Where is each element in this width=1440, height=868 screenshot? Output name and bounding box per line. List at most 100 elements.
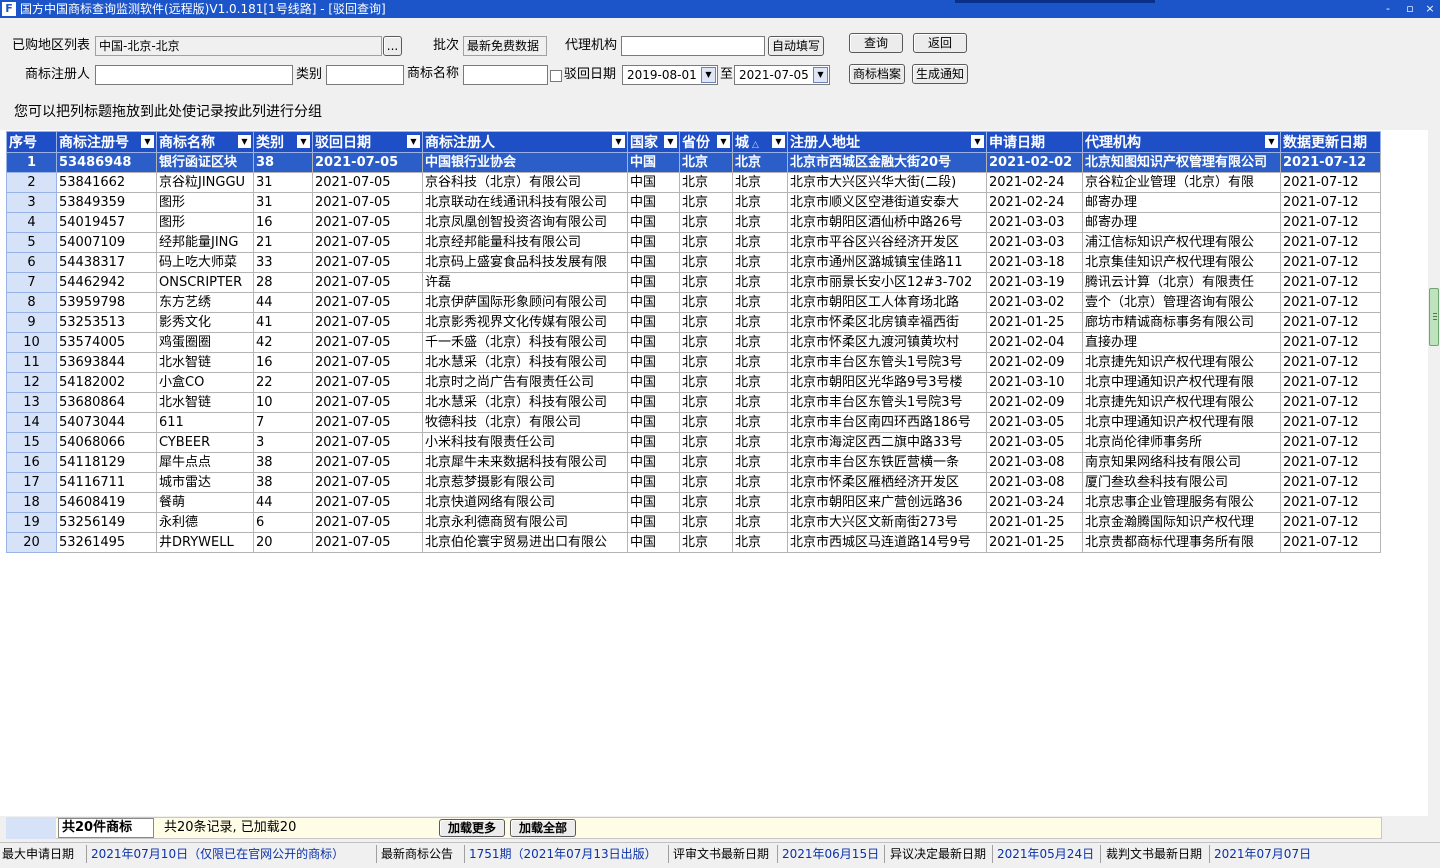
- cell-address[interactable]: 北京市丰台区南四环西路186号: [787, 412, 987, 433]
- cell-agency[interactable]: 北京忠事企业管理服务有限公: [1082, 492, 1281, 513]
- cell-index[interactable]: 8: [6, 292, 57, 313]
- cell-country[interactable]: 中国: [627, 272, 680, 293]
- cell-update-date[interactable]: 2021-07-12: [1280, 192, 1381, 213]
- filter-dropdown-icon[interactable]: ▼: [664, 135, 677, 148]
- agency-input[interactable]: [621, 36, 765, 56]
- cell-country[interactable]: 中国: [627, 432, 680, 453]
- cell-reject-date[interactable]: 2021-07-05: [312, 312, 423, 333]
- cell-address[interactable]: 北京市大兴区文新南街273号: [787, 512, 987, 533]
- cell-update-date[interactable]: 2021-07-12: [1280, 312, 1381, 333]
- cell-update-date[interactable]: 2021-07-12: [1280, 252, 1381, 273]
- cell-province[interactable]: 北京: [679, 232, 733, 253]
- filter-dropdown-icon[interactable]: ▼: [717, 135, 730, 148]
- cell-country[interactable]: 中国: [627, 312, 680, 333]
- cell-registrant[interactable]: 北京惹梦摄影有限公司: [422, 472, 628, 493]
- col-header-province[interactable]: 省份 ▼: [679, 131, 733, 153]
- filter-dropdown-icon[interactable]: ▼: [141, 135, 154, 148]
- cell-tm-name[interactable]: 鸡蛋圈圈: [156, 332, 254, 353]
- filter-dropdown-icon[interactable]: ▼: [407, 135, 420, 148]
- cell-agency[interactable]: 厦门叁玖叁科技有限公司: [1082, 472, 1281, 493]
- cell-update-date[interactable]: 2021-07-12: [1280, 232, 1381, 253]
- cell-registrant[interactable]: 牧德科技（北京）有限公司: [422, 412, 628, 433]
- cell-registrant[interactable]: 北京时之尚广告有限责任公司: [422, 372, 628, 393]
- cell-city[interactable]: 北京: [732, 372, 788, 393]
- generate-notice-button[interactable]: 生成通知: [912, 64, 968, 84]
- cell-registrant[interactable]: 北水慧采（北京）科技有限公司: [422, 352, 628, 373]
- cell-apply-date[interactable]: 2021-03-24: [986, 492, 1083, 513]
- cell-agency[interactable]: 壹个（北京）管理咨询有限公: [1082, 292, 1281, 313]
- cell-apply-date[interactable]: 2021-03-03: [986, 232, 1083, 253]
- cell-city[interactable]: 北京: [732, 312, 788, 333]
- cell-reg-no[interactable]: 53261495: [56, 532, 157, 553]
- query-button[interactable]: 查询: [849, 33, 903, 53]
- cell-registrant[interactable]: 北京凤凰创智投资咨询有限公司: [422, 212, 628, 233]
- cell-province[interactable]: 北京: [679, 272, 733, 293]
- table-row[interactable]: 10 53574005 鸡蛋圈圈 42 2021-07-05 千一禾盛（北京）科技有限公司…: [6, 332, 1381, 353]
- cell-index[interactable]: 1: [6, 152, 57, 173]
- cell-registrant[interactable]: 千一禾盛（北京）科技有限公司: [422, 332, 628, 353]
- cell-reject-date[interactable]: 2021-07-05: [312, 212, 423, 233]
- cell-reject-date[interactable]: 2021-07-05: [312, 452, 423, 473]
- tm-name-input[interactable]: [463, 65, 548, 85]
- cell-class[interactable]: 16: [253, 352, 313, 373]
- cell-registrant[interactable]: 北京码上盛宴食品科技发展有限: [422, 252, 628, 273]
- cell-province[interactable]: 北京: [679, 252, 733, 273]
- cell-class[interactable]: 31: [253, 172, 313, 193]
- cell-agency[interactable]: 北京金瀚腾国际知识产权代理: [1082, 512, 1281, 533]
- cell-province[interactable]: 北京: [679, 432, 733, 453]
- cell-address[interactable]: 北京市朝阳区酒仙桥中路26号: [787, 212, 987, 233]
- cell-country[interactable]: 中国: [627, 332, 680, 353]
- cell-reject-date[interactable]: 2021-07-05: [312, 252, 423, 273]
- cell-address[interactable]: 北京市西城区马连道路14号9号: [787, 532, 987, 553]
- cell-city[interactable]: 北京: [732, 192, 788, 213]
- cell-city[interactable]: 北京: [732, 252, 788, 273]
- cell-address[interactable]: 北京市怀柔区九渡河镇黄坎村: [787, 332, 987, 353]
- cell-province[interactable]: 北京: [679, 192, 733, 213]
- cell-city[interactable]: 北京: [732, 472, 788, 493]
- cell-address[interactable]: 北京市怀柔区雁栖经济开发区: [787, 472, 987, 493]
- table-row[interactable]: 16 54118129 犀牛点点 38 2021-07-05 北京犀牛未来数据科技有限公司…: [6, 452, 1381, 473]
- cell-registrant[interactable]: 京谷科技（北京）有限公司: [422, 172, 628, 193]
- cell-update-date[interactable]: 2021-07-12: [1280, 372, 1381, 393]
- table-row[interactable]: 1 53486948 银行函证区块 38 2021-07-05 中国银行业协会 中国 北京 北京…: [6, 152, 1381, 173]
- cell-apply-date[interactable]: 2021-03-08: [986, 472, 1083, 493]
- cell-city[interactable]: 北京: [732, 212, 788, 233]
- cell-tm-name[interactable]: 井DRYWELL: [156, 532, 254, 553]
- cell-index[interactable]: 19: [6, 512, 57, 533]
- cell-reject-date[interactable]: 2021-07-05: [312, 372, 423, 393]
- cell-apply-date[interactable]: 2021-01-25: [986, 532, 1083, 553]
- date-from-picker[interactable]: 2019-08-01 ▼: [622, 65, 718, 85]
- cell-province[interactable]: 北京: [679, 372, 733, 393]
- cell-city[interactable]: 北京: [732, 392, 788, 413]
- filter-dropdown-icon[interactable]: ▼: [612, 135, 625, 148]
- cell-address[interactable]: 北京市通州区潞城镇宝佳路11: [787, 252, 987, 273]
- minimize-button[interactable]: -: [1376, 0, 1400, 18]
- cell-apply-date[interactable]: 2021-01-25: [986, 512, 1083, 533]
- cell-city[interactable]: 北京: [732, 232, 788, 253]
- cell-reject-date[interactable]: 2021-07-05: [312, 152, 423, 173]
- cell-address[interactable]: 北京市朝阳区光华路9号3号楼: [787, 372, 987, 393]
- cell-city[interactable]: 北京: [732, 512, 788, 533]
- cell-apply-date[interactable]: 2021-03-19: [986, 272, 1083, 293]
- cell-agency[interactable]: 北京捷先知识产权代理有限公: [1082, 352, 1281, 373]
- cell-province[interactable]: 北京: [679, 512, 733, 533]
- cell-reject-date[interactable]: 2021-07-05: [312, 192, 423, 213]
- cell-index[interactable]: 11: [6, 352, 57, 373]
- cell-registrant[interactable]: 北京永利德商贸有限公司: [422, 512, 628, 533]
- batch-select[interactable]: 最新免费数据: [463, 36, 547, 56]
- cell-index[interactable]: 10: [6, 332, 57, 353]
- cell-country[interactable]: 中国: [627, 372, 680, 393]
- cell-class[interactable]: 3: [253, 432, 313, 453]
- cell-reg-no[interactable]: 53256149: [56, 512, 157, 533]
- cell-tm-name[interactable]: ONSCRIPTER: [156, 272, 254, 293]
- cell-update-date[interactable]: 2021-07-12: [1280, 412, 1381, 433]
- cell-city[interactable]: 北京: [732, 152, 788, 173]
- cell-class[interactable]: 38: [253, 152, 313, 173]
- cell-registrant[interactable]: 北京联动在线通讯科技有限公司: [422, 192, 628, 213]
- cell-registrant[interactable]: 北京快道网络有限公司: [422, 492, 628, 513]
- col-header-index[interactable]: 序号: [6, 131, 57, 153]
- cell-tm-name[interactable]: 611: [156, 412, 254, 433]
- cell-update-date[interactable]: 2021-07-12: [1280, 392, 1381, 413]
- cell-country[interactable]: 中国: [627, 352, 680, 373]
- cell-reject-date[interactable]: 2021-07-05: [312, 172, 423, 193]
